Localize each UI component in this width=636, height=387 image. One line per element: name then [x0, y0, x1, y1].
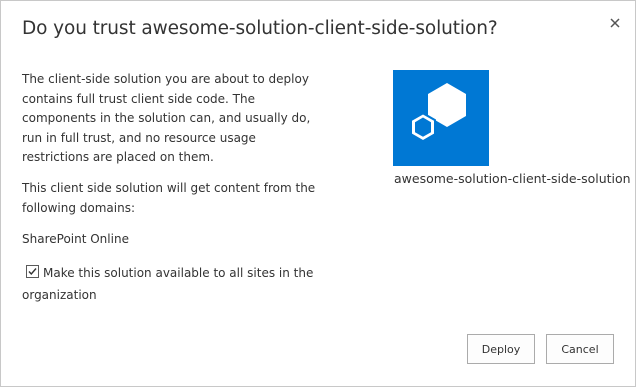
- cancel-button[interactable]: Cancel: [546, 334, 614, 364]
- trust-dialog: Do you trust awesome-solution-client-sid…: [0, 0, 636, 387]
- deploy-button[interactable]: Deploy: [467, 334, 535, 364]
- domain-name: SharePoint Online: [22, 232, 129, 246]
- dialog-title: Do you trust awesome-solution-client-sid…: [22, 18, 498, 39]
- trust-warning-text: The client-side solution you are about t…: [22, 72, 311, 164]
- close-icon[interactable]: [604, 12, 626, 34]
- checkmark-icon: [28, 268, 37, 276]
- tenant-wide-checkbox[interactable]: [26, 265, 39, 278]
- tenant-wide-deployment-option[interactable]: Make this solution available to all site…: [22, 262, 322, 306]
- solution-package-icon: [393, 70, 489, 166]
- tenant-wide-checkbox-label[interactable]: Make this solution available to all site…: [22, 262, 322, 306]
- solution-name: awesome-solution-client-side-solution: [394, 171, 631, 186]
- domains-intro-text: This client side solution will get conte…: [22, 181, 316, 215]
